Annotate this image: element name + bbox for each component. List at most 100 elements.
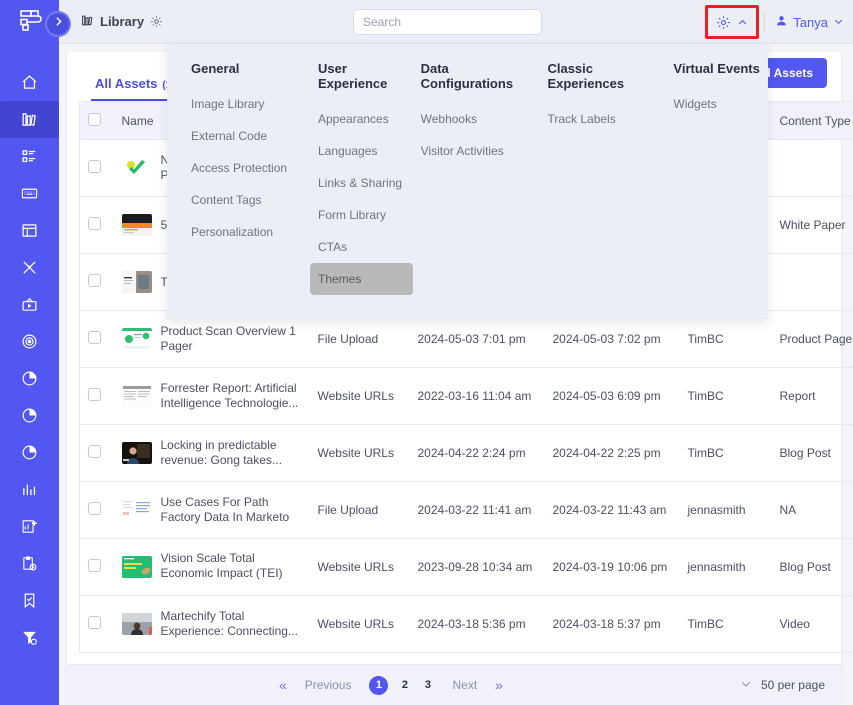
sidebar-item-engagement-1[interactable] [0,360,59,397]
settings-item-visitor-activities[interactable]: Visitor Activities [413,135,540,167]
row-type: NA [771,481,853,539]
row-source: Website URLs [309,595,410,653]
user-menu[interactable]: Tanya [775,14,844,30]
settings-column-heading: Virtual Events [673,61,760,76]
row-checkbox[interactable] [88,217,101,230]
row-name-cell: Martechify Total Experience: Connecting.… [113,595,310,653]
sidebar-item-funnel[interactable] [0,619,59,656]
sidebar-item-scheduled-reports[interactable] [0,545,59,582]
expand-sidebar-button[interactable] [45,11,71,37]
row-checkbox[interactable] [88,502,101,515]
sidebar-item-tools[interactable] [0,249,59,286]
sidebar-item-engagement-2[interactable] [0,397,59,434]
row-checkbox[interactable] [88,274,101,287]
sidebar-item-keyboard[interactable] [0,175,59,212]
sidebar-item-engagement-3[interactable] [0,434,59,471]
row-by: TimBC [679,367,772,425]
per-page-selector[interactable]: 50 per page [740,678,825,693]
row-checkbox-cell [79,481,114,539]
sidebar-item-content-pools[interactable] [0,138,59,175]
settings-column-heading: Data Configurations [420,61,514,91]
search-input[interactable] [353,9,542,35]
table-row[interactable]: Forrester Report: Artificial Intelligenc… [79,367,853,425]
settings-item-themes[interactable]: Themes [310,263,413,295]
page-number-3[interactable]: 3 [421,679,434,691]
row-name-cell: Vision Scale Total Economic Impact (TEI)… [113,538,310,596]
settings-item-form-library[interactable]: Form Library [310,199,413,231]
row-name-cell: Forrester Report: Artificial Intelligenc… [113,367,310,425]
settings-item-appearances[interactable]: Appearances [310,103,413,135]
divider [764,12,766,32]
row-checkbox[interactable] [88,445,101,458]
asset-name: Use Cases For Path Factory Data In Marke… [160,495,290,524]
settings-item-ctas[interactable]: CTAs [310,231,413,263]
row-type: Blog Post [771,538,853,596]
table-row[interactable]: Locking in predictable revenue: Gong tak… [79,424,853,482]
top-bar: Library Tanya [59,0,853,44]
settings-item-track-labels[interactable]: Track Labels [539,103,665,135]
next-page-button[interactable]: Next [452,678,477,692]
grid-list-icon [21,148,38,165]
sidebar-item-home[interactable] [0,64,59,101]
breadcrumb[interactable]: Library [81,14,163,30]
row-updated: 2024-05-03 6:09 pm [544,367,680,425]
gear-icon [716,15,731,30]
column-header-content-type[interactable]: Content Type [771,101,853,140]
settings-item-access-protection[interactable]: Access Protection [183,152,293,184]
page-number-2[interactable]: 2 [398,679,411,691]
row-type: Video [771,595,853,653]
settings-item-personalization[interactable]: Personalization [183,216,293,248]
row-updated: 2024-05-03 7:02 pm [544,310,680,368]
row-type [771,139,853,197]
row-source: File Upload [309,310,410,368]
settings-item-links-and-sharing[interactable]: Links & Sharing [310,167,413,199]
row-checkbox[interactable] [88,160,101,173]
row-checkbox[interactable] [88,559,101,572]
settings-item-external-code[interactable]: External Code [183,120,293,152]
row-checkbox-cell [79,367,114,425]
gear-icon[interactable] [150,15,163,28]
sidebar-item-targets[interactable] [0,323,59,360]
table-row[interactable]: Martechify Total Experience: Connecting.… [79,595,853,653]
settings-item-widgets[interactable]: Widgets [665,88,768,120]
asset-thumbnail [121,613,152,635]
user-name: Tanya [793,14,828,30]
row-source: Website URLs [309,538,410,596]
previous-page-button[interactable]: Previous [305,678,352,692]
add-chart-icon [21,518,38,535]
last-page-button[interactable]: » [495,677,503,693]
page-number-1[interactable]: 1 [369,675,389,695]
top-bar-right: Tanya [705,0,844,44]
row-type: White Paper [771,196,853,254]
tools-icon [21,259,38,276]
row-checkbox[interactable] [88,331,101,344]
settings-menu-button[interactable] [705,5,760,39]
row-name-cell: Use Cases For Path Factory Data In Marke… [113,481,310,539]
table-row[interactable]: Use Cases For Path Factory Data In Marke… [79,481,853,539]
row-type: Product Page [771,310,853,368]
pagination-controls: « Previous 1 2 3 Next » [279,675,503,695]
table-row[interactable]: Product Scan Overview 1 Pager File Uploa… [79,310,853,368]
table-row[interactable]: Vision Scale Total Economic Impact (TEI)… [79,538,853,596]
sidebar-item-media[interactable] [0,286,59,323]
select-all-checkbox[interactable] [88,112,101,126]
sidebar-item-pages[interactable] [0,212,59,249]
pie-chart-icon [21,444,38,461]
row-checkbox[interactable] [88,388,101,401]
sidebar-item-library[interactable] [0,101,59,138]
settings-column-general: General Image Library External Code Acce… [183,61,293,319]
sidebar-item-analytics[interactable] [0,471,59,508]
sidebar-item-bookmarks[interactable] [0,582,59,619]
funnel-icon [21,629,38,646]
settings-item-webhooks[interactable]: Webhooks [413,103,540,135]
settings-item-languages[interactable]: Languages [310,135,413,167]
row-created: 2024-05-03 7:01 pm [409,310,545,368]
sidebar-item-add-report[interactable] [0,508,59,545]
settings-item-image-library[interactable]: Image Library [183,88,293,120]
row-source: Website URLs [309,424,410,482]
first-page-button[interactable]: « [279,677,287,693]
settings-item-content-tags[interactable]: Content Tags [183,184,293,216]
row-created: 2024-03-22 11:41 am [409,481,545,539]
row-checkbox[interactable] [88,616,101,629]
settings-column-data-configurations: Data Configurations Webhooks Visitor Act… [413,61,540,319]
